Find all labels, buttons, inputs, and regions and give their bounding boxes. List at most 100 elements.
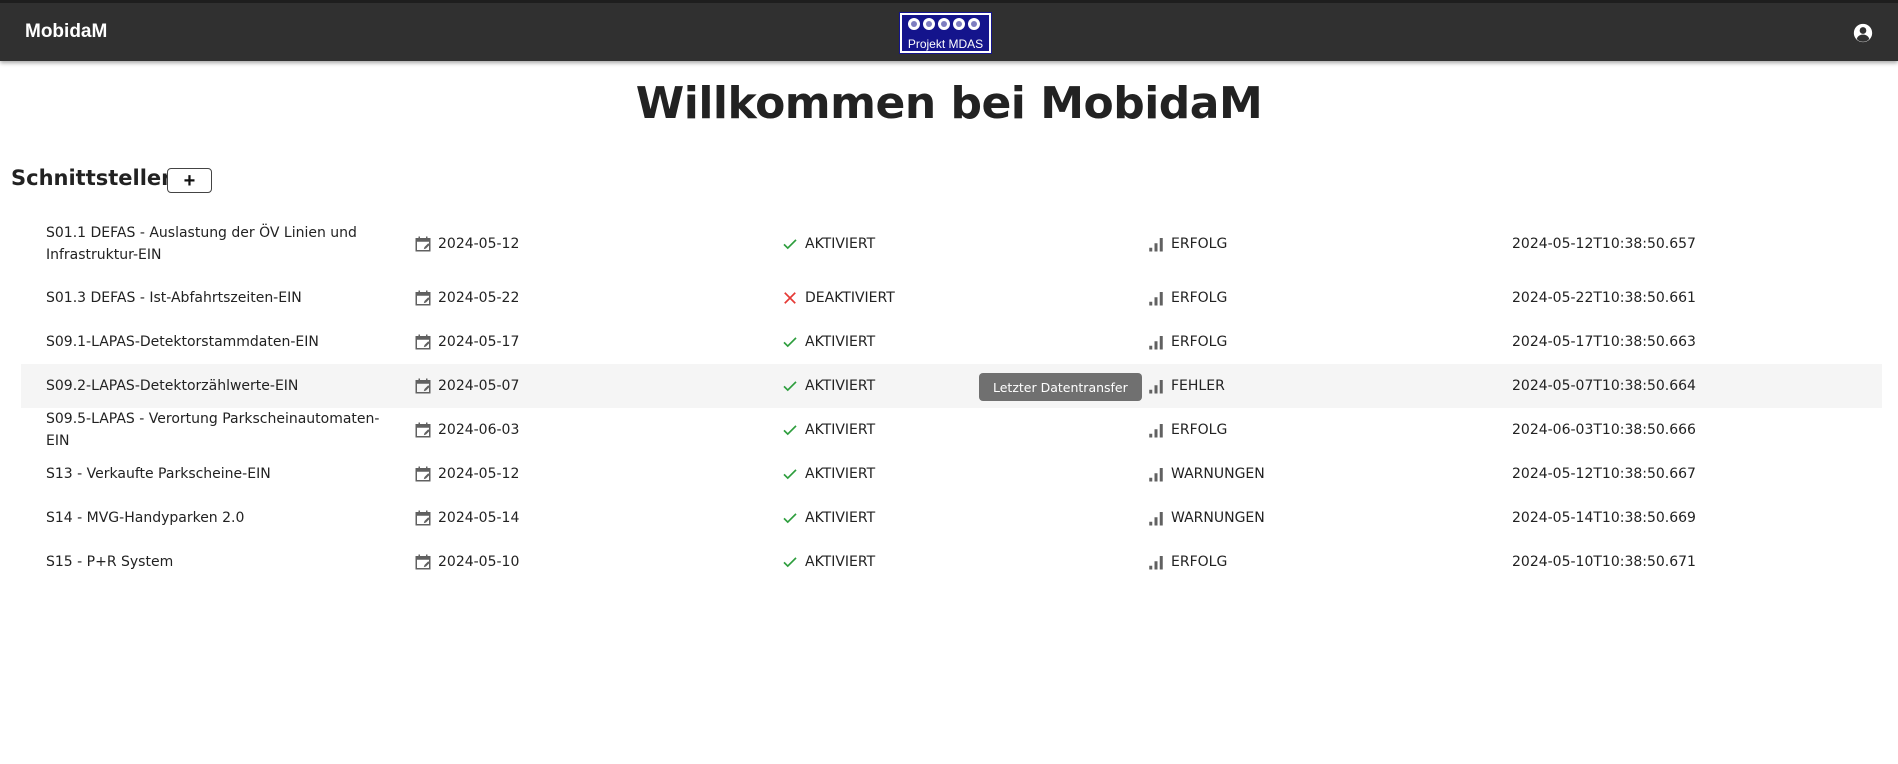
app-bar: MobidaM Projekt MDAS (0, 0, 1898, 61)
date-cell: 2024-05-07 (414, 364, 519, 408)
interface-list: S01.1 DEFAS - Auslastung der ÖV Linien u… (21, 212, 1882, 584)
account-circle-icon[interactable] (1853, 23, 1873, 43)
timestamp-value: 2024-05-10T10:38:50.671 (1512, 554, 1696, 570)
result-value: ERFOLG (1171, 422, 1228, 438)
status-value: AKTIVIERT (805, 466, 876, 482)
status-value: AKTIVIERT (805, 510, 876, 526)
date-value: 2024-05-07 (438, 378, 520, 394)
interface-name: S09.5-LAPAS - Verortung Parkscheinautoma… (46, 411, 380, 449)
interface-name: S14 - MVG-Handyparken 2.0 (46, 510, 245, 526)
result-cell: ERFOLG (1147, 320, 1227, 364)
status-value: AKTIVIERT (805, 334, 876, 350)
check-icon (781, 235, 799, 253)
interface-name: S13 - Verkaufte Parkscheine-EIN (46, 466, 271, 482)
signal-bars-icon (1147, 465, 1165, 483)
date-cell: 2024-05-14 (414, 496, 519, 540)
list-item[interactable]: S09.1-LAPAS-Detektorstammdaten-EIN 2024-0… (21, 320, 1882, 364)
date-value: 2024-05-22 (438, 290, 520, 306)
result-value: FEHLER (1171, 378, 1225, 394)
date-cell: 2024-05-10 (414, 540, 519, 584)
list-item[interactable]: S13 - Verkaufte Parkscheine-EIN 2024-05-1… (21, 452, 1882, 496)
status-value: AKTIVIERT (805, 378, 876, 394)
date-value: 2024-05-12 (438, 466, 520, 482)
add-interface-button[interactable]: + (167, 168, 212, 193)
check-icon (781, 553, 799, 571)
interface-name: S01.3 DEFAS - Ist-Abfahrtszeiten-EIN (46, 290, 302, 306)
timestamp-value: 2024-05-22T10:38:50.661 (1512, 290, 1696, 306)
status-cell: AKTIVIERT (781, 540, 875, 584)
project-logo: Projekt MDAS (899, 12, 992, 54)
result-cell: WARNUNGEN (1147, 452, 1265, 496)
date-cell: 2024-06-03 (414, 408, 519, 452)
list-item[interactable]: S01.3 DEFAS - Ist-Abfahrtszeiten-EIN 2024… (21, 276, 1882, 320)
status-cell: AKTIVIERT (781, 408, 875, 452)
status-value: DEAKTIVIERT (805, 290, 895, 306)
calendar-edit-icon (414, 377, 432, 395)
status-cell: AKTIVIERT (781, 212, 875, 276)
date-value: 2024-05-10 (438, 554, 520, 570)
status-value: AKTIVIERT (805, 236, 876, 252)
signal-bars-icon (1147, 553, 1165, 571)
result-cell: ERFOLG (1147, 276, 1227, 320)
calendar-edit-icon (414, 289, 432, 307)
add-icon: + (183, 169, 196, 192)
check-icon (781, 465, 799, 483)
date-value: 2024-05-17 (438, 334, 520, 350)
app-title[interactable]: MobidaM (25, 21, 107, 43)
signal-bars-icon (1147, 289, 1165, 307)
status-value: AKTIVIERT (805, 554, 876, 570)
page-title: Willkommen bei MobidaM (635, 78, 1263, 129)
timestamp-value: 2024-05-07T10:38:50.664 (1512, 378, 1696, 394)
result-value: ERFOLG (1171, 334, 1228, 350)
calendar-edit-icon (414, 421, 432, 439)
signal-bars-icon (1147, 235, 1165, 253)
date-value: 2024-05-12 (438, 236, 520, 252)
calendar-edit-icon (414, 465, 432, 483)
calendar-edit-icon (414, 509, 432, 527)
result-value: ERFOLG (1171, 236, 1228, 252)
signal-bars-icon (1147, 509, 1165, 527)
date-cell: 2024-05-12 (414, 212, 519, 276)
check-icon (781, 333, 799, 351)
interface-name: S09.1-LAPAS-Detektorstammdaten-EIN (46, 334, 319, 350)
signal-bars-icon (1147, 333, 1165, 351)
tooltip: Letzter Datentransfer (979, 373, 1142, 401)
date-value: 2024-05-14 (438, 510, 520, 526)
list-item[interactable]: S09.2-LAPAS-Detektorzählwerte-EIN 2024-05… (21, 364, 1882, 408)
status-value: AKTIVIERT (805, 422, 876, 438)
date-value: 2024-06-03 (438, 422, 520, 438)
logo-text: Projekt MDAS (907, 37, 984, 51)
result-value: WARNUNGEN (1171, 510, 1265, 526)
check-icon (781, 509, 799, 527)
list-item[interactable]: S15 - P+R System 2024-05-10 AKTIVIERT ERFOL… (21, 540, 1882, 584)
signal-bars-icon (1147, 377, 1165, 395)
interface-name: S09.2-LAPAS-Detektorzählwerte-EIN (46, 378, 299, 394)
status-cell: AKTIVIERT (781, 496, 875, 540)
calendar-edit-icon (414, 553, 432, 571)
result-value: ERFOLG (1171, 554, 1228, 570)
calendar-edit-icon (414, 235, 432, 253)
list-item[interactable]: S14 - MVG-Handyparken 2.0 2024-05-14 AKTIV… (21, 496, 1882, 540)
result-value: ERFOLG (1171, 290, 1228, 306)
timestamp-value: 2024-05-14T10:38:50.669 (1512, 510, 1696, 526)
result-cell: ERFOLG (1147, 212, 1227, 276)
timestamp-value: 2024-06-03T10:38:50.666 (1512, 422, 1696, 438)
section-title: Schnittstellen (11, 166, 177, 190)
list-item[interactable]: S01.1 DEFAS - Auslastung der ÖV Linien u… (21, 212, 1882, 276)
result-cell: WARNUNGEN (1147, 496, 1265, 540)
logo-dots-icon (908, 18, 980, 30)
result-cell: ERFOLG (1147, 408, 1227, 452)
timestamp-value: 2024-05-17T10:38:50.663 (1512, 334, 1696, 350)
check-icon (781, 377, 799, 395)
timestamp-value: 2024-05-12T10:38:50.667 (1512, 466, 1696, 482)
interface-name: S01.1 DEFAS - Auslastung der ÖV Linien u… (46, 225, 357, 263)
timestamp-value: 2024-05-12T10:38:50.657 (1512, 236, 1696, 252)
date-cell: 2024-05-22 (414, 276, 519, 320)
interface-name: S15 - P+R System (46, 554, 174, 570)
date-cell: 2024-05-12 (414, 452, 519, 496)
list-item[interactable]: S09.5-LAPAS - Verortung Parkscheinautoma… (21, 408, 1882, 452)
status-cell: AKTIVIERT (781, 452, 875, 496)
date-cell: 2024-05-17 (414, 320, 519, 364)
status-cell: AKTIVIERT (781, 320, 875, 364)
check-icon (781, 421, 799, 439)
